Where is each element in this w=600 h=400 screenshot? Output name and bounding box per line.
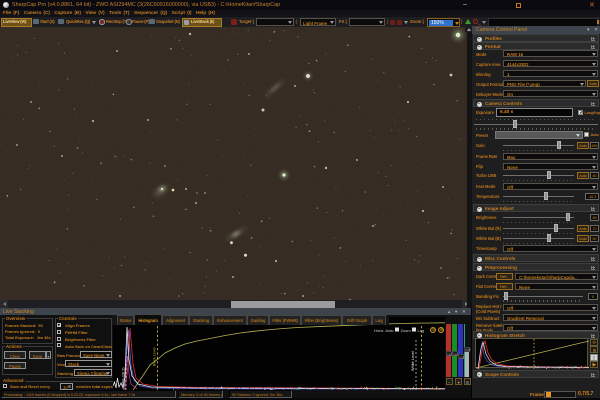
svg-text:Horiz. Axis:: Horiz. Axis: <box>374 328 394 333</box>
svg-text:White Level: White Level <box>411 351 415 371</box>
svg-text:Zoom: Zoom <box>401 328 412 333</box>
svg-text:Log: Log <box>418 328 425 333</box>
svg-text:Black Level: Black Level <box>153 347 157 366</box>
svg-text:50% (26.2): 50% (26.2) <box>122 367 126 386</box>
